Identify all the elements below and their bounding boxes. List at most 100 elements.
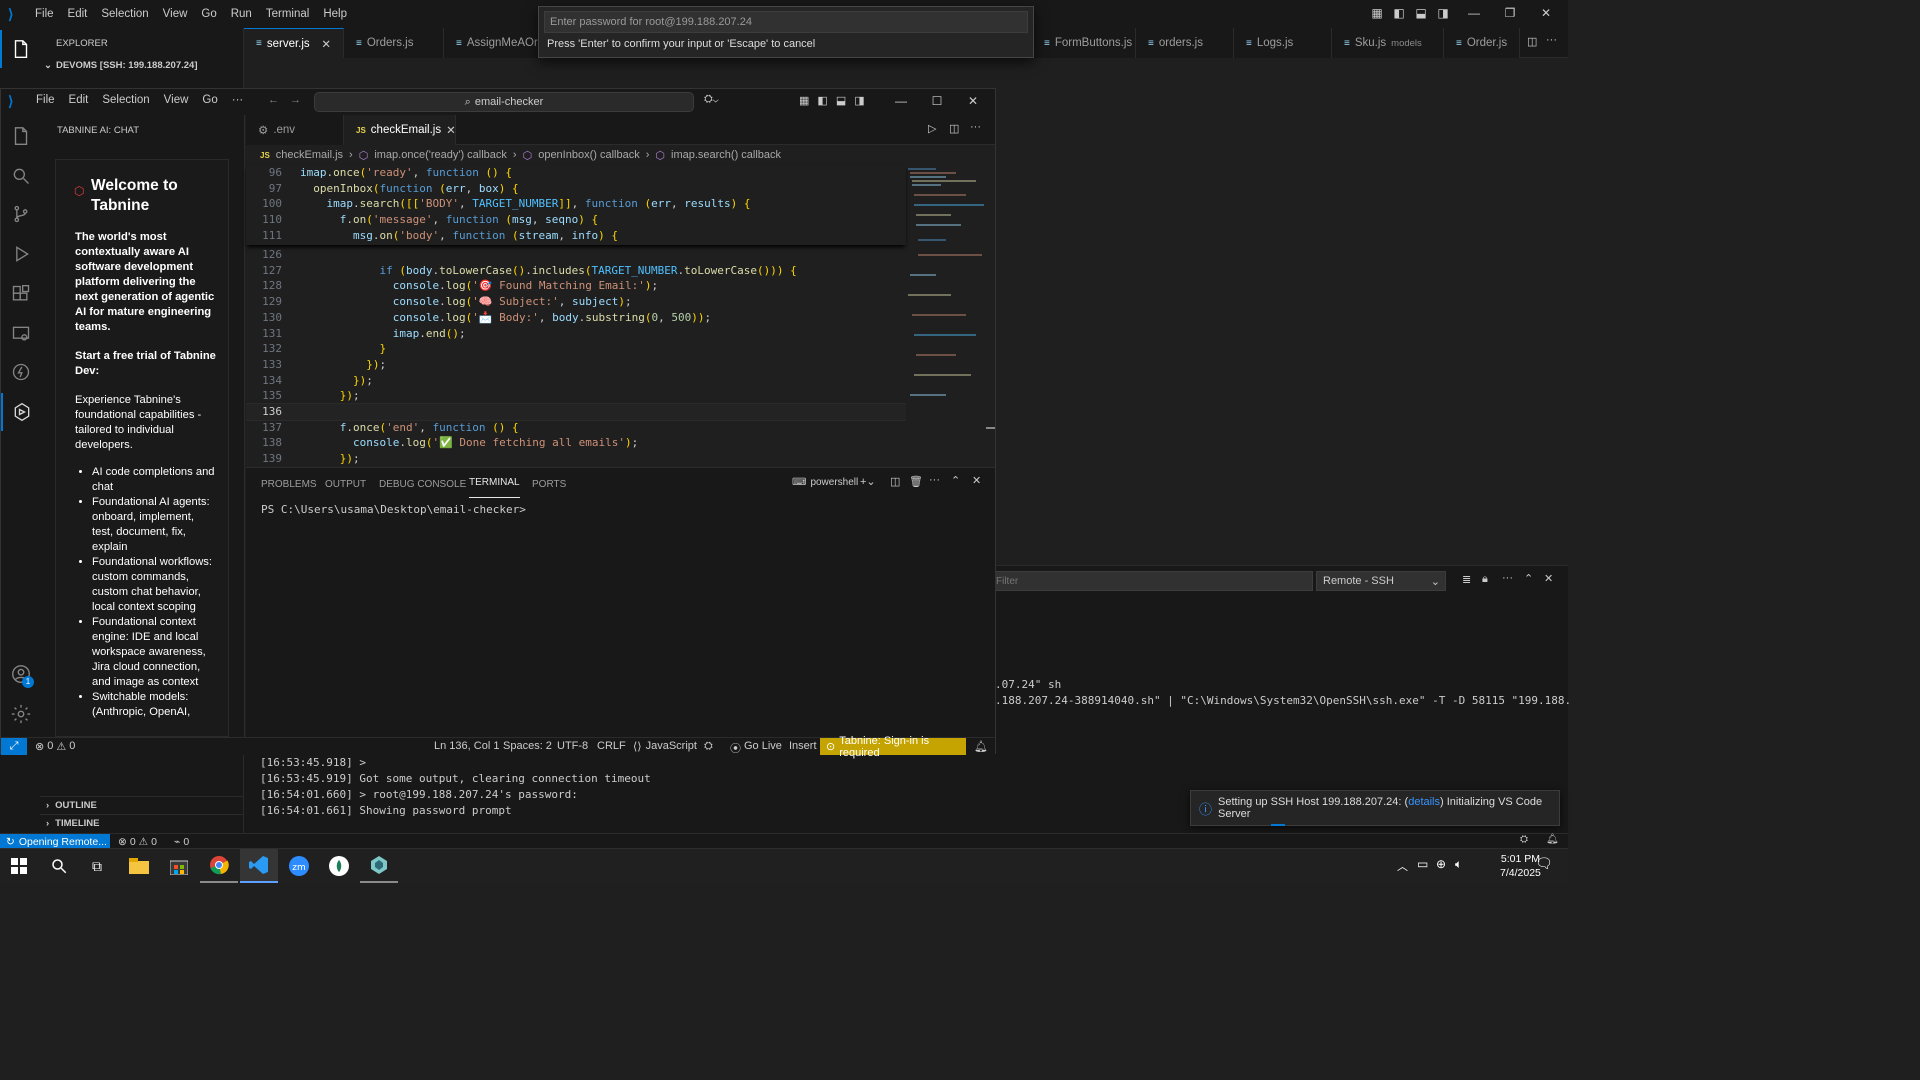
app-icon[interactable] xyxy=(360,849,398,883)
problems-status[interactable]: ⊗ 0 ⚠ 0 xyxy=(35,740,75,753)
minimize-icon[interactable]: — xyxy=(883,94,919,108)
notification-center-icon[interactable]: 🗨︎ xyxy=(1535,855,1553,872)
accounts-icon[interactable]: 1 xyxy=(1,655,41,693)
close-panel-icon[interactable]: ✕ xyxy=(972,474,981,487)
search-icon[interactable] xyxy=(40,849,78,883)
tab-checkemail-js[interactable]: JS checkEmail.js ✕ xyxy=(344,115,456,145)
menu-more[interactable]: ··· xyxy=(225,94,251,106)
app-icon[interactable] xyxy=(320,849,358,883)
output-filter-input[interactable] xyxy=(991,571,1313,591)
menu-file[interactable]: File xyxy=(28,8,61,20)
terminal-profile[interactable]: ⌨ powershell xyxy=(792,477,858,488)
menu-edit[interactable]: Edit xyxy=(62,94,96,106)
new-terminal-icon[interactable]: +⌄ xyxy=(860,475,876,488)
timeline-section[interactable]: › TIMELINE xyxy=(40,814,243,832)
tab-orders-js[interactable]: ≡ Orders.js xyxy=(344,28,444,58)
go-live-button[interactable]: ⦿ Go Live xyxy=(730,740,782,756)
problems-status[interactable]: ⊗ 0 ⚠ 0 xyxy=(118,834,157,849)
toggle-panel-icon[interactable]: ⬓ xyxy=(1410,6,1432,20)
network-icon[interactable]: ⊕ xyxy=(1436,857,1446,871)
close-tab-icon[interactable]: ✕ xyxy=(321,37,331,51)
tab-terminal[interactable]: TERMINAL xyxy=(469,468,520,498)
maximize-panel-icon[interactable]: ⌃ xyxy=(1524,572,1533,585)
breadcrumb-item[interactable]: openInbox() callback xyxy=(538,149,640,161)
volume-icon[interactable]: 🔈︎ xyxy=(1455,857,1462,872)
close-panel-icon[interactable]: ✕ xyxy=(1544,572,1553,585)
toggle-secondary-sidebar-icon[interactable]: ◨ xyxy=(1432,6,1454,20)
more-actions-icon[interactable]: ··· xyxy=(1546,34,1557,46)
copilot-icon[interactable]: ⛭⌄ xyxy=(704,93,719,106)
tabnine-icon[interactable] xyxy=(1,393,41,431)
menu-selection[interactable]: Selection xyxy=(94,8,155,20)
menu-terminal[interactable]: Terminal xyxy=(259,8,316,20)
bell-icon[interactable]: 🔔︎ xyxy=(1546,834,1559,845)
cursor-position[interactable]: Ln 136, Col 1 xyxy=(434,740,499,752)
minimap[interactable] xyxy=(906,165,986,415)
scrollbar-thumb[interactable] xyxy=(986,427,995,429)
more-actions-icon[interactable]: ··· xyxy=(970,121,981,133)
split-editor-icon[interactable]: ◫ xyxy=(949,122,959,135)
customize-layout-icon[interactable]: ▦ xyxy=(1366,6,1388,20)
remote-indicator[interactable]: ↻ Opening Remote... xyxy=(0,834,110,849)
indentation[interactable]: Spaces: 2 xyxy=(503,740,552,752)
command-center-search[interactable]: ⌕ email-checker xyxy=(314,92,694,112)
run-file-icon[interactable]: ▷ xyxy=(928,122,936,135)
maximize-panel-icon[interactable]: ⌃ xyxy=(951,474,960,487)
code-area[interactable]: 126 127 if (body.toLowerCase().includes(T… xyxy=(246,247,906,467)
tab-env[interactable]: ⚙ .env xyxy=(246,115,344,145)
lightning-icon[interactable] xyxy=(1,353,41,391)
menu-selection[interactable]: Selection xyxy=(95,94,156,106)
close-icon[interactable]: ✕ xyxy=(955,94,991,108)
tab-sku-js[interactable]: ≡ Sku.js models xyxy=(1332,28,1444,58)
minimize-icon[interactable]: — xyxy=(1456,6,1492,20)
tabnine-status[interactable]: ⊙ Tabnine: Sign-in is required xyxy=(820,735,966,759)
menu-edit[interactable]: Edit xyxy=(61,8,95,20)
breadcrumb-item[interactable]: imap.once('ready') callback xyxy=(374,149,507,161)
password-input[interactable] xyxy=(544,11,1028,33)
restore-icon[interactable]: ❐ xyxy=(1492,6,1528,20)
line-ending[interactable]: CRLF xyxy=(597,740,626,752)
tab-problems[interactable]: PROBLEMS xyxy=(261,468,317,500)
breadcrumb-item[interactable]: checkEmail.js xyxy=(276,149,343,161)
vscode-taskbar-icon[interactable] xyxy=(240,849,278,883)
tab-assignmeaord[interactable]: ≡ AssignMeAOrd xyxy=(444,28,544,58)
terminal-prompt[interactable]: PS C:\Users\usama\Desktop\email-checker> xyxy=(261,503,526,516)
settings-gear-icon[interactable] xyxy=(1,695,41,733)
file-explorer-icon[interactable] xyxy=(120,849,158,883)
toggle-panel-icon[interactable]: ⬓ xyxy=(836,94,846,107)
tab-order-js[interactable]: ≡ Order.js xyxy=(1444,28,1520,58)
close-icon[interactable]: ✕ xyxy=(1528,6,1564,20)
battery-icon[interactable]: ▭ xyxy=(1417,857,1428,871)
menu-go[interactable]: Go xyxy=(195,94,224,106)
chevron-up-icon[interactable]: ︿ xyxy=(1397,858,1408,874)
zoom-icon[interactable]: zm xyxy=(280,849,318,883)
word-wrap-icon[interactable]: ≣ xyxy=(1462,573,1471,586)
trash-icon[interactable]: 🗑︎ xyxy=(909,475,923,488)
clock[interactable]: 5:01 PM 7/4/2025 xyxy=(1500,852,1541,880)
remote-indicator-icon[interactable]: ⤢ xyxy=(1,738,27,755)
run-debug-icon[interactable] xyxy=(1,235,41,273)
explorer-root-folder[interactable]: ⌄ DEVOMS [SSH: 199.188.207.24] xyxy=(44,60,197,71)
tab-output[interactable]: OUTPUT xyxy=(325,468,366,500)
output-channel-select[interactable]: Remote - SSH ⌄ xyxy=(1316,571,1446,591)
tab-orders-lower-js[interactable]: ≡ orders.js xyxy=(1136,28,1234,58)
copilot-icon[interactable]: ⛭ xyxy=(1520,834,1528,845)
chrome-icon[interactable] xyxy=(200,849,238,883)
explorer-icon[interactable] xyxy=(0,30,40,68)
menu-view[interactable]: View xyxy=(157,94,196,106)
maximize-icon[interactable]: ☐ xyxy=(919,94,955,108)
more-actions-icon[interactable]: ··· xyxy=(929,474,940,486)
bell-icon[interactable]: 🔔︎ xyxy=(974,740,988,753)
back-arrow-icon[interactable]: ← xyxy=(268,94,279,106)
tab-logs-js[interactable]: ≡ Logs.js xyxy=(1234,28,1332,58)
lock-icon[interactable]: 🔒︎ xyxy=(1482,573,1488,586)
language-mode[interactable]: ⟨⟩ JavaScript xyxy=(633,740,697,753)
editor-mode[interactable]: Insert xyxy=(789,740,817,752)
remote-explorer-icon[interactable] xyxy=(1,315,41,353)
toggle-secondary-sidebar-icon[interactable]: ◨ xyxy=(854,94,864,107)
microsoft-store-icon[interactable] xyxy=(160,849,198,883)
source-control-icon[interactable] xyxy=(1,195,41,233)
encoding[interactable]: UTF-8 xyxy=(557,740,588,752)
menu-go[interactable]: Go xyxy=(194,8,223,20)
task-view-icon[interactable]: ⧉ xyxy=(78,849,116,883)
